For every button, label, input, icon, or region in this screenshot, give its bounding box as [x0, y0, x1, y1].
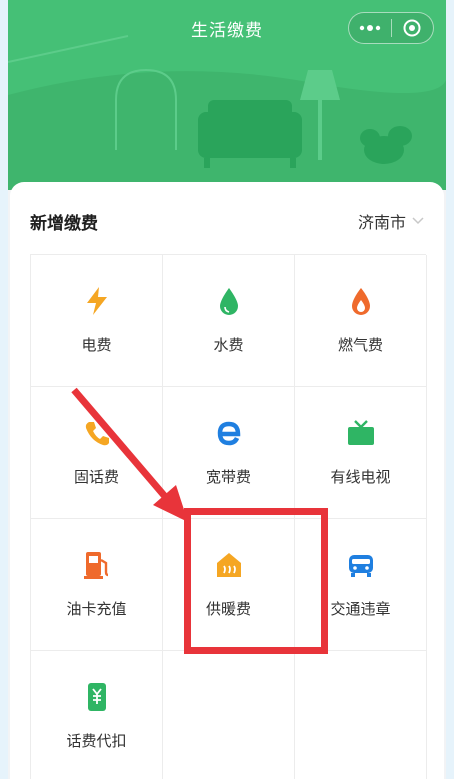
service-label: 交通违章	[330, 600, 391, 618]
service-label: 固话费	[73, 468, 119, 486]
card-title: 新增缴费	[30, 213, 98, 234]
empty-cell	[163, 651, 295, 779]
yuan-phone-icon	[82, 682, 112, 712]
service-phone-deduction[interactable]: 话费代扣	[31, 651, 163, 779]
more-dots-icon	[359, 25, 380, 31]
service-label: 燃气费	[337, 336, 383, 354]
service-broadband[interactable]: 宽带费	[163, 387, 295, 519]
service-label: 供暖费	[205, 600, 251, 618]
service-heating[interactable]: 供暖费	[163, 519, 295, 651]
header-banner: 生活缴费	[8, 0, 446, 190]
service-landline[interactable]: 固话费	[31, 387, 163, 519]
browser-e-icon	[214, 418, 244, 448]
phone-icon	[82, 418, 112, 448]
car-icon	[346, 550, 376, 580]
service-traffic-violation[interactable]: 交通违章	[295, 519, 427, 651]
mini-program-capsule	[348, 12, 434, 44]
service-gas[interactable]: 燃气费	[295, 255, 427, 387]
flame-icon	[346, 286, 376, 316]
more-button[interactable]	[349, 13, 391, 43]
service-fuel-card[interactable]: 油卡充值	[31, 519, 163, 651]
service-label: 水费	[213, 336, 244, 354]
service-label: 油卡充值	[66, 600, 127, 618]
service-cable-tv[interactable]: 有线电视	[295, 387, 427, 519]
lightning-icon	[82, 286, 112, 316]
target-icon	[403, 19, 421, 37]
service-label: 话费代扣	[66, 732, 127, 750]
service-water[interactable]: 水费	[163, 255, 295, 387]
heating-house-icon	[214, 550, 244, 580]
app-frame: 生活缴费 新增缴费 济南市 电费 水费 燃气费 固话费 宽带费 有线电视 油卡充…	[8, 0, 446, 779]
tv-icon	[346, 418, 376, 448]
service-grid: 电费 水费 燃气费 固话费 宽带费 有线电视 油卡充值 供暖费 交通违章 话费代…	[30, 254, 427, 779]
payment-card: 新增缴费 济南市 电费 水费 燃气费 固话费 宽带费 有线电视 油卡充值 供暖费…	[10, 182, 444, 779]
empty-cell	[295, 651, 427, 779]
service-label: 宽带费	[205, 468, 251, 486]
chevron-down-icon	[412, 217, 424, 225]
close-button[interactable]	[392, 13, 434, 43]
card-header: 新增缴费 济南市	[30, 206, 424, 236]
service-label: 电费	[81, 336, 112, 354]
service-electricity[interactable]: 电费	[31, 255, 163, 387]
water-drop-icon	[214, 286, 244, 316]
fuel-pump-icon	[82, 550, 112, 580]
city-selector[interactable]: 济南市	[358, 209, 424, 233]
service-label: 有线电视	[330, 468, 391, 486]
city-label: 济南市	[357, 213, 406, 232]
